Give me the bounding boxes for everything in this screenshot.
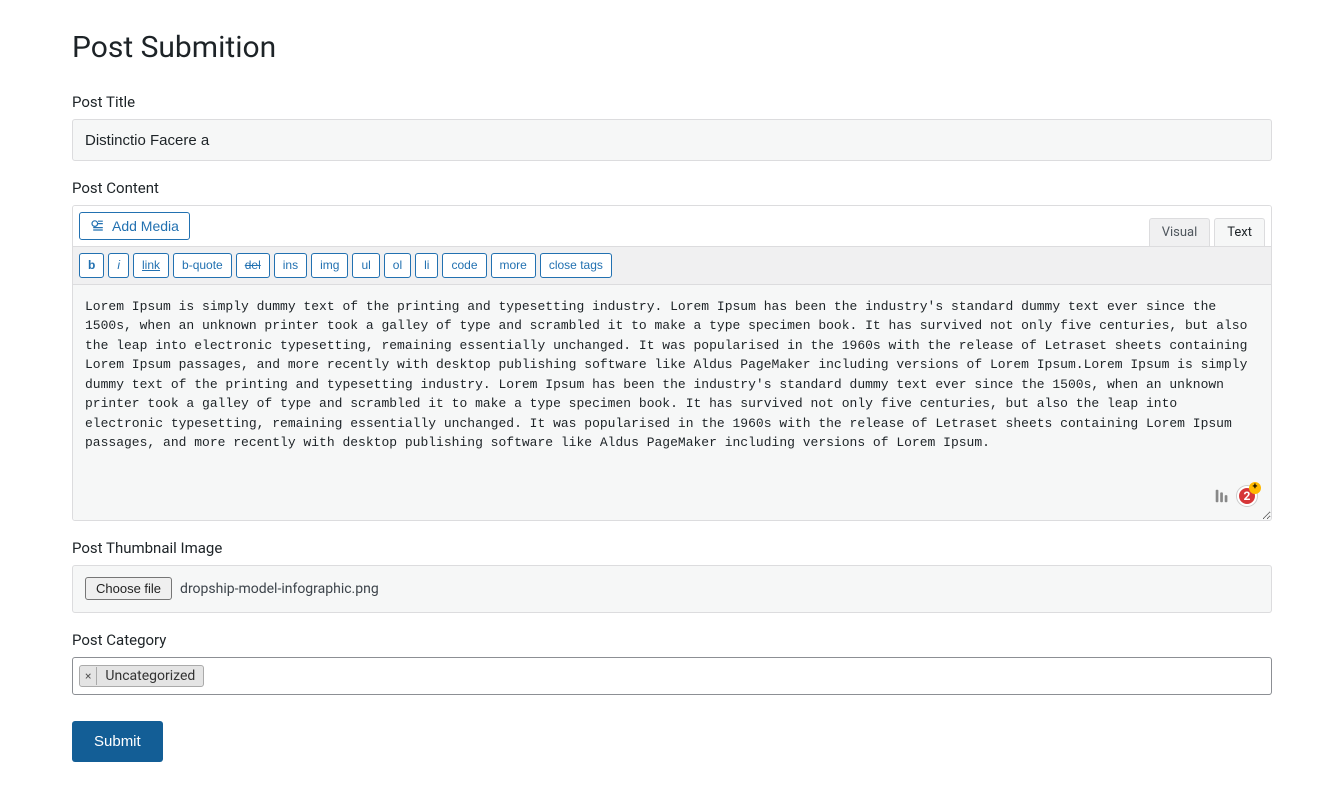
remove-category-button[interactable]: × <box>80 667 97 685</box>
choose-file-button[interactable]: Choose file <box>85 577 172 600</box>
post-category-label: Post Category <box>72 631 1272 649</box>
category-select[interactable]: × Uncategorized <box>72 657 1272 695</box>
category-chip-label: Uncategorized <box>97 666 203 686</box>
category-chip: × Uncategorized <box>79 665 204 687</box>
qt-bold-button[interactable]: b <box>79 253 104 278</box>
plus-icon: + <box>1249 482 1261 494</box>
qt-ins-button[interactable]: ins <box>274 253 307 278</box>
tab-text[interactable]: Text <box>1214 218 1265 246</box>
post-content-textarea[interactable] <box>73 285 1271 520</box>
qt-more-button[interactable]: more <box>491 253 536 278</box>
qt-close-tags-button[interactable]: close tags <box>540 253 612 278</box>
file-input-row[interactable]: Choose file dropship-model-infographic.p… <box>72 565 1272 613</box>
qt-code-button[interactable]: code <box>442 253 486 278</box>
qt-bquote-button[interactable]: b-quote <box>173 253 232 278</box>
qt-italic-button[interactable]: i <box>108 253 129 278</box>
editor: Add Media Visual Text b i link b-quote d… <box>72 205 1272 521</box>
grammar-icon[interactable] <box>1213 487 1231 505</box>
post-thumbnail-label: Post Thumbnail Image <box>72 539 1272 557</box>
post-title-input[interactable] <box>72 119 1272 161</box>
add-media-button[interactable]: Add Media <box>79 212 190 240</box>
submit-button[interactable]: Submit <box>72 721 163 762</box>
post-content-label: Post Content <box>72 179 1272 197</box>
qt-del-button[interactable]: del <box>236 253 270 278</box>
media-icon <box>90 218 106 234</box>
page-title: Post Submition <box>72 30 1272 65</box>
post-title-label: Post Title <box>72 93 1272 111</box>
add-media-label: Add Media <box>112 218 179 234</box>
grammar-badge[interactable]: 2 + <box>1237 486 1257 506</box>
quicktags-toolbar: b i link b-quote del ins img ul ol li co… <box>73 246 1271 285</box>
selected-filename: dropship-model-infographic.png <box>180 581 379 597</box>
qt-img-button[interactable]: img <box>311 253 348 278</box>
qt-link-button[interactable]: link <box>133 253 169 278</box>
qt-ul-button[interactable]: ul <box>352 253 379 278</box>
qt-ol-button[interactable]: ol <box>384 253 411 278</box>
qt-li-button[interactable]: li <box>415 253 438 278</box>
tab-visual[interactable]: Visual <box>1149 218 1211 246</box>
